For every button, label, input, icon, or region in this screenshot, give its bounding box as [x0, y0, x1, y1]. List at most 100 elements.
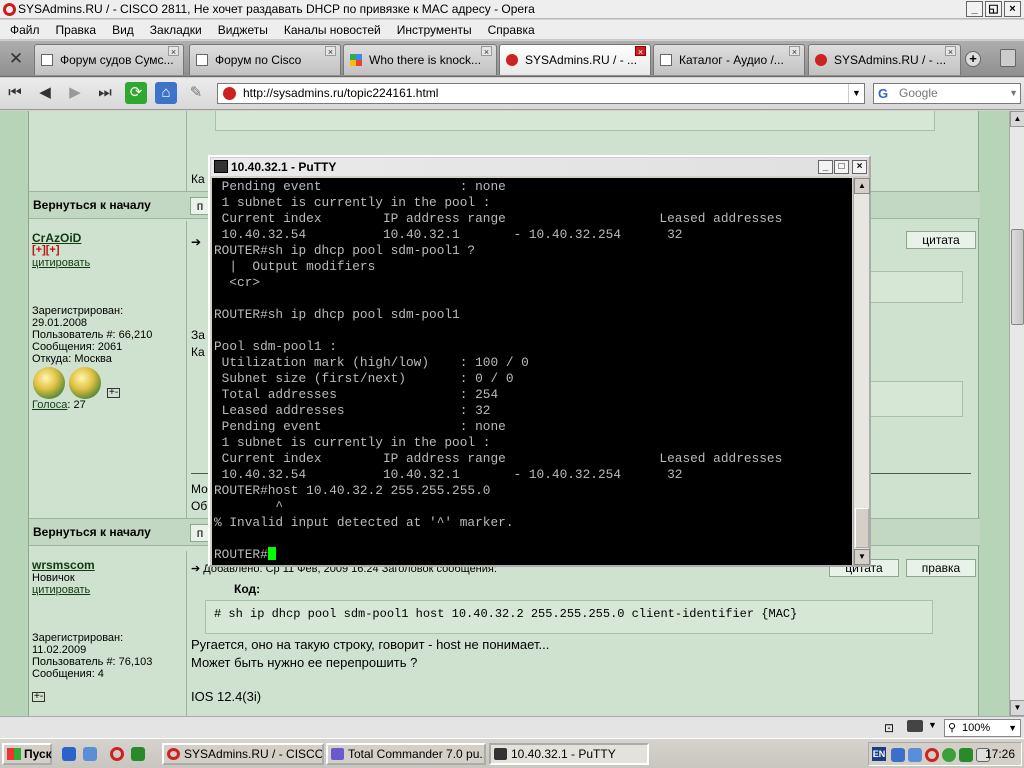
opera-tray-icon[interactable]: [925, 748, 939, 762]
close-tab-icon[interactable]: ×: [635, 46, 646, 57]
edit-icon[interactable]: ✎: [185, 82, 207, 104]
tray-app-icon[interactable]: [908, 748, 922, 762]
trash-icon[interactable]: [1000, 49, 1016, 67]
taskbar-item-opera[interactable]: SYSAdmins.RU / - CISCO...: [162, 743, 324, 765]
tray-app-icon[interactable]: [959, 748, 973, 762]
close-tab-icon[interactable]: ×: [325, 46, 336, 57]
tab-label: Who there is knock...: [369, 53, 482, 67]
network-icon[interactable]: [891, 748, 905, 762]
quote-link[interactable]: цитировать: [32, 257, 90, 269]
start-button[interactable]: Пуск: [2, 743, 52, 765]
home-icon[interactable]: ⌂: [155, 82, 177, 104]
reload-icon[interactable]: ⟳: [125, 82, 147, 104]
terminal-line: Utilization mark (high/low) : 100 / 0: [214, 355, 529, 370]
menu-file[interactable]: Файл: [2, 23, 48, 37]
chevron-down-icon[interactable]: ▼: [928, 720, 937, 730]
cite-button[interactable]: цитата: [906, 231, 976, 249]
app-icon[interactable]: [131, 747, 145, 761]
putty-close-button[interactable]: ×: [852, 160, 867, 174]
terminal-line: Pool sdm-pool1 :: [214, 339, 337, 354]
terminal[interactable]: Pending event : none 1 subnet is current…: [212, 178, 852, 565]
menu-view[interactable]: Вид: [104, 23, 142, 37]
back-icon[interactable]: ◀: [34, 82, 56, 104]
restore-button[interactable]: ◱: [985, 1, 1002, 17]
message-count: Сообщения: 2061: [32, 341, 123, 353]
putty-maximize-button[interactable]: □: [834, 160, 849, 174]
quote-link[interactable]: цитировать: [32, 584, 90, 596]
scroll-down-icon[interactable]: ▼: [854, 549, 870, 565]
close-tab-icon[interactable]: ×: [168, 46, 179, 57]
back-to-top-link[interactable]: Вернуться к началу: [33, 525, 151, 539]
close-tab-icon[interactable]: ×: [481, 46, 492, 57]
tab-forum-cisco[interactable]: Форум по Cisco ×: [189, 44, 341, 75]
post-text-fragment: Ка: [191, 172, 205, 186]
tab-label: Каталог - Аудио /...: [679, 53, 784, 67]
opera-icon[interactable]: [110, 747, 124, 761]
expand-icon[interactable]: +-: [107, 388, 121, 398]
menu-bookmarks[interactable]: Закладки: [142, 23, 210, 37]
rewind-icon[interactable]: ⏮: [4, 82, 26, 104]
terminal-line: 10.40.32.54 10.40.32.1 - 10.40.32.254 32: [214, 467, 683, 482]
code-block: [215, 111, 935, 131]
scroll-thumb[interactable]: [1011, 229, 1024, 325]
putty-minimize-button[interactable]: _: [818, 160, 833, 174]
scroll-down-icon[interactable]: ▼: [1010, 700, 1024, 716]
edit-button[interactable]: правка: [906, 559, 976, 577]
username[interactable]: CrAzOiD: [32, 231, 81, 245]
close-tab-icon[interactable]: ×: [789, 46, 800, 57]
minimize-button[interactable]: _: [966, 1, 983, 17]
forward-icon[interactable]: ▶: [64, 82, 86, 104]
zoom-select[interactable]: ⚲ 100% ▼: [944, 719, 1021, 737]
terminal-line: ROUTER#sh ip dhcp pool sdm-pool1 ?: [214, 243, 476, 258]
scroll-up-icon[interactable]: ▲: [1010, 111, 1024, 127]
scroll-up-icon[interactable]: ▲: [854, 178, 870, 194]
signature-text: Мо: [191, 482, 208, 496]
menu-edit[interactable]: Правка: [48, 23, 105, 37]
scroll-thumb[interactable]: [855, 508, 869, 548]
tab-who-there[interactable]: Who there is knock... ×: [343, 44, 497, 75]
menu-tools[interactable]: Инструменты: [389, 23, 480, 37]
close-tab-icon[interactable]: ×: [945, 46, 956, 57]
profile-button[interactable]: п: [190, 197, 210, 215]
tab-forum-sudov[interactable]: Форум судов Сумс... ×: [34, 44, 184, 75]
close-button[interactable]: ×: [1004, 1, 1021, 17]
address-field[interactable]: http://sysadmins.ru/topic224161.html ▼: [217, 83, 865, 104]
chevron-down-icon[interactable]: ▼: [1008, 720, 1017, 736]
tab-sysadmins-2[interactable]: SYSAdmins.RU / - ... ×: [808, 44, 961, 75]
back-to-top-link[interactable]: Вернуться к началу: [33, 198, 151, 212]
tools-icon[interactable]: ✕: [5, 49, 27, 69]
taskbar-item-putty[interactable]: 10.40.32.1 - PuTTY: [489, 743, 649, 765]
post-author-column: wrsmscom Новичок цитировать Зарегистриро…: [29, 551, 187, 716]
presentation-icon[interactable]: ⊡: [884, 721, 894, 735]
chevron-down-icon[interactable]: ▼: [1009, 84, 1018, 103]
chevron-down-icon[interactable]: ▼: [848, 84, 864, 103]
ie-icon[interactable]: [62, 747, 76, 761]
tab-catalog-audio[interactable]: Каталог - Аудио /... ×: [653, 44, 805, 75]
votes-link[interactable]: Голоса: [32, 399, 67, 411]
camera-icon[interactable]: [907, 720, 923, 732]
taskbar-item-total-commander[interactable]: Total Commander 7.0 pu...: [326, 743, 486, 765]
user-rank: [+][+]: [32, 244, 60, 256]
username[interactable]: wrsmscom: [32, 558, 95, 572]
explorer-icon[interactable]: [83, 747, 97, 761]
browser-statusbar: ⊡ ▼ ⚲ 100% ▼: [0, 716, 1024, 738]
page-icon: [41, 54, 53, 66]
language-indicator[interactable]: EN: [872, 747, 886, 761]
tab-sysadmins-active[interactable]: SYSAdmins.RU / - ... ×: [499, 44, 651, 75]
terminal-scrollbar[interactable]: ▲ ▼: [853, 178, 870, 565]
terminal-line: Pending event : none: [214, 419, 506, 434]
menu-help[interactable]: Справка: [480, 23, 543, 37]
fast-forward-icon[interactable]: ⏭: [94, 82, 116, 104]
tab-bar: ✕ Форум судов Сумс... × Форум по Cisco ×…: [0, 41, 1024, 77]
expand-icon[interactable]: +-: [32, 692, 46, 702]
tray-app-icon[interactable]: [942, 748, 956, 762]
new-tab-icon[interactable]: +: [965, 51, 981, 67]
search-field[interactable]: G Google ▼: [873, 83, 1021, 104]
code-block: # sh ip dhcp pool sdm-pool1 host 10.40.3…: [205, 600, 933, 634]
page-scrollbar[interactable]: ▲ ▼: [1009, 111, 1024, 716]
menu-widgets[interactable]: Виджеты: [210, 23, 276, 37]
menu-feeds[interactable]: Каналы новостей: [276, 23, 389, 37]
profile-button[interactable]: п: [190, 524, 210, 542]
